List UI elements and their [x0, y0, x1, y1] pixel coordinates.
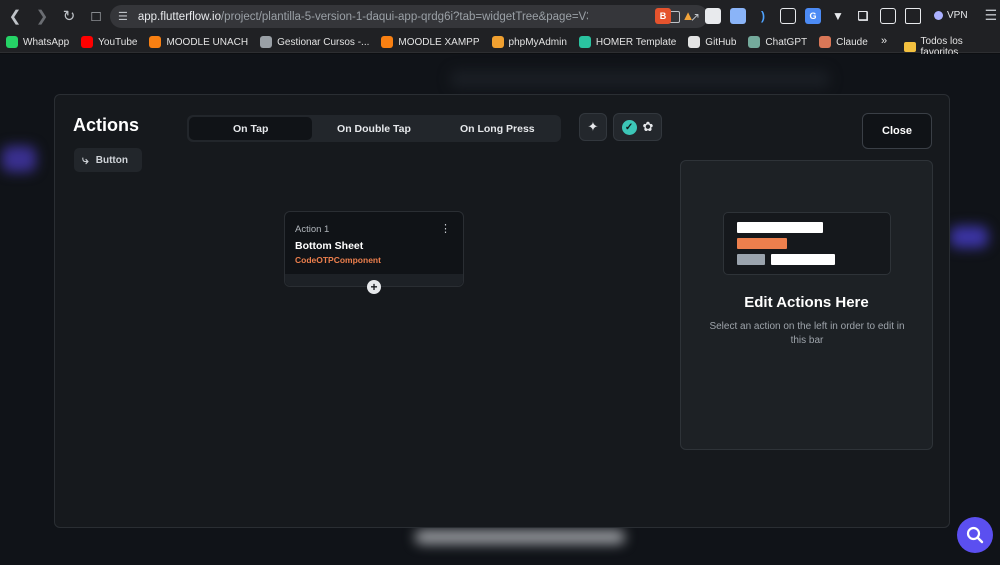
bookmark-label: ChatGPT [765, 36, 808, 48]
bookmark-icon [819, 36, 832, 48]
tab-on-double-tap[interactable]: On Double Tap [312, 117, 435, 140]
folder-icon [904, 42, 916, 52]
browser-toolbar: ❮ ❯ ↻ □ ☰ app.flutterflow.io/project/pla… [0, 0, 1000, 32]
add-action-button[interactable]: + [367, 280, 381, 294]
edit-actions-panel: Edit Actions Here Select an action on th… [680, 160, 933, 450]
blurred-right-highlight [950, 226, 988, 248]
bookmark-label: MOODLE UNACH [166, 36, 249, 48]
illustration-bar [737, 254, 765, 265]
site-settings-icon[interactable]: ☰ [118, 10, 128, 23]
bookmarks-overflow-icon[interactable]: » [881, 35, 887, 47]
widget-chip[interactable]: ⤷ Button [74, 148, 142, 172]
trigger-tabs: On Tap On Double Tap On Long Press [187, 115, 561, 142]
actions-modal: Actions ⤷ Button On Tap On Double Tap On… [54, 94, 950, 528]
bookmark-item[interactable]: YouTube [81, 36, 137, 48]
action-title: Bottom Sheet [295, 240, 364, 252]
bookmark-item[interactable]: Claude [819, 36, 868, 48]
illustration-bar [737, 238, 787, 249]
search-icon [966, 526, 984, 544]
bookmark-icon[interactable]: □ [84, 4, 108, 28]
bookmark-icon [491, 36, 504, 48]
tab-on-long-press[interactable]: On Long Press [436, 117, 559, 140]
sparkle-icon: ✦ [587, 119, 599, 134]
bookmark-label: MOODLE XAMPP [398, 36, 480, 48]
sidebar-icon[interactable] [880, 7, 896, 24]
bookmark-item[interactable]: phpMyAdmin [491, 36, 567, 48]
action-flow-icon: ⤷ [82, 152, 89, 167]
filter-icon[interactable]: ▼ [830, 8, 846, 24]
bookmark-icon [149, 36, 162, 48]
bookmark-icon [260, 36, 273, 48]
action-subtitle: CodeOTPComponent [295, 255, 381, 265]
action-card[interactable]: Action 1 ⋮ Bottom Sheet CodeOTPComponent [284, 211, 464, 287]
brave-shield-icon[interactable]: B [655, 7, 671, 24]
extensions-row: B ▲ ) G ▼ ❏ VPN ☰ [655, 7, 997, 24]
bookmark-label: HOMER Template [595, 36, 677, 48]
blurred-top-panel [450, 70, 830, 88]
bookmark-label: Gestionar Cursos -... [277, 36, 370, 48]
back-icon[interactable]: ❮ [3, 4, 27, 28]
more-options-icon[interactable]: ⋮ [440, 222, 451, 235]
menu-icon[interactable]: ☰ [985, 7, 998, 24]
blurred-bottom-bar [415, 530, 625, 544]
tab-on-tap[interactable]: On Tap [189, 117, 313, 140]
blurred-sidebar-highlight [2, 146, 36, 172]
bookmark-item[interactable]: ChatGPT [748, 36, 807, 48]
url-text: app.flutterflow.io/project/plantilla-5-v… [137, 10, 588, 23]
screen-icon[interactable] [780, 7, 796, 24]
modal-title: Actions [73, 115, 140, 135]
bookmark-item[interactable]: GitHub [688, 36, 736, 48]
debug-button[interactable]: ✓ ✿ [613, 113, 662, 141]
bookmark-icon [381, 36, 394, 48]
vpn-button[interactable]: VPN [934, 10, 968, 21]
bookmark-icon [578, 36, 591, 48]
illustration-bar [737, 222, 823, 233]
extension-icon[interactable] [705, 7, 721, 24]
bookmark-icon [748, 36, 761, 48]
panel-title: Edit Actions Here [744, 294, 869, 311]
bookmark-item[interactable]: HOMER Template [578, 36, 677, 48]
illustration-bar [771, 254, 835, 265]
translate-icon[interactable]: G [805, 7, 821, 24]
panel-subtitle: Select an action on the left in order to… [709, 321, 905, 346]
wallet-icon[interactable] [905, 7, 921, 24]
check-icon: ✓ [621, 119, 637, 135]
bookmark-label: YouTube [98, 36, 138, 48]
bookmark-item[interactable]: MOODLE XAMPP [381, 36, 480, 48]
bug-icon: ✿ [642, 119, 654, 134]
forward-icon[interactable]: ❯ [30, 4, 54, 28]
ai-actions-button[interactable]: ✦ [579, 113, 607, 141]
widget-chip-label: Button [95, 154, 128, 166]
search-fab[interactable] [957, 517, 993, 553]
bookmark-icon [81, 36, 94, 48]
bookmark-label: Claude [836, 36, 868, 48]
address-bar[interactable]: ☰ app.flutterflow.io/project/plantilla-5… [110, 5, 708, 28]
reload-icon[interactable]: ↻ [57, 4, 81, 28]
puzzle-icon[interactable]: ❏ [855, 8, 871, 24]
bookmark-item[interactable]: Gestionar Cursos -... [260, 36, 369, 48]
bookmarks-bar: WhatsApp YouTube MOODLE UNACH Gestionar Cur… [0, 32, 1000, 58]
vpn-icon [934, 11, 943, 20]
close-button[interactable]: Close [862, 113, 932, 149]
bookmark-icon [6, 36, 18, 48]
brave-rewards-icon[interactable]: ▲ [680, 8, 696, 24]
bookmark-icon [688, 36, 701, 48]
actions-illustration [723, 212, 891, 275]
bookmark-item[interactable]: WhatsApp [6, 36, 69, 48]
bookmark-label: phpMyAdmin [508, 36, 567, 48]
bookmark-item[interactable]: MOODLE UNACH [149, 36, 248, 48]
bookmark-label: GitHub [705, 36, 737, 48]
action-label: Action 1 [295, 224, 330, 235]
docs-icon[interactable] [730, 7, 746, 24]
bookmark-label: WhatsApp [23, 36, 70, 48]
audio-icon[interactable]: ) [755, 8, 771, 24]
